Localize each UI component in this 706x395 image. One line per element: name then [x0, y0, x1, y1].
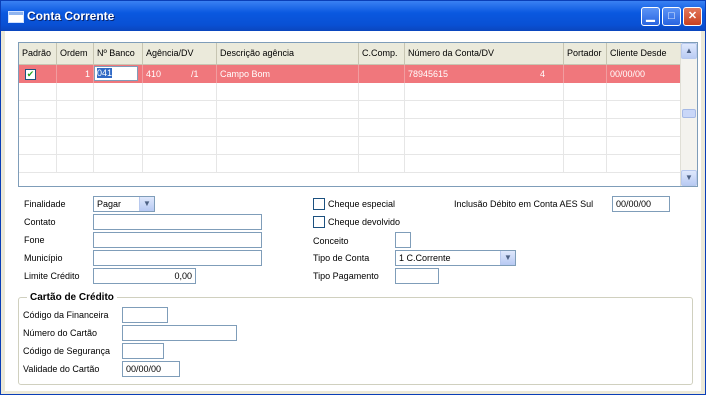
validade-label: Validade do Cartão [23, 364, 100, 374]
chevron-up-icon: ▲ [685, 46, 693, 55]
tipo-conta-select[interactable]: 1 C.Corrente ▼ [395, 250, 516, 266]
banco-edit-value: 041 [97, 68, 113, 78]
col-cliente-desde[interactable]: Cliente Desde [607, 43, 681, 64]
col-ordem[interactable]: Ordem [57, 43, 94, 64]
cell-banco[interactable]: 041 [94, 65, 143, 83]
col-banco[interactable]: Nº Banco [94, 43, 143, 64]
conceito-input[interactable] [395, 232, 411, 248]
codigo-financeira-input[interactable] [122, 307, 168, 323]
window-icon [8, 11, 24, 23]
validade-input[interactable]: 00/00/00 [122, 361, 180, 377]
tipo-conta-label: Tipo de Conta [313, 253, 370, 263]
cell-conta: 78945615 4 [405, 65, 564, 83]
cheque-especial-label: Cheque especial [328, 199, 396, 209]
table-row[interactable] [19, 155, 681, 173]
numero-cartao-input[interactable] [122, 325, 237, 341]
cell-padrao[interactable]: ✔ [19, 65, 57, 83]
padrao-checkbox[interactable]: ✔ [25, 69, 36, 81]
limite-input[interactable]: 0,00 [93, 268, 196, 284]
close-icon: ✕ [687, 10, 698, 22]
conta-value: 78945615 [408, 69, 449, 79]
inclusao-label: Inclusão Débito em Conta AES Sul [454, 199, 594, 209]
fone-input[interactable] [93, 232, 262, 248]
codigo-financeira-label: Código da Financeira [23, 310, 109, 320]
limite-label: Limite Crédito [24, 271, 80, 281]
cell-ccomp [359, 65, 405, 83]
window: Conta Corrente ▁ □ ✕ Padrão Ordem Nº Ban… [0, 0, 706, 395]
agencia-dv-value: /1 [191, 69, 199, 79]
chevron-down-icon[interactable]: ▼ [500, 251, 515, 265]
table-row[interactable] [19, 137, 681, 155]
numero-cartao-label: Número do Cartão [23, 328, 98, 338]
col-ccomp[interactable]: C.Comp. [359, 43, 405, 64]
cheque-devolvido-label: Cheque devolvido [328, 217, 401, 227]
table-row[interactable]: ✔ 1 041 410 /1 Campo Bom 78945615 4 00/0… [19, 65, 681, 83]
col-agencia[interactable]: Agência/DV [143, 43, 217, 64]
col-padrao[interactable]: Padrão [19, 43, 57, 64]
conta-dv-value: 4 [540, 69, 546, 79]
tipo-pagamento-label: Tipo Pagamento [313, 271, 379, 281]
banco-edit-field[interactable]: 041 [94, 66, 138, 81]
col-descricao[interactable]: Descrição agência [217, 43, 359, 64]
close-button[interactable]: ✕ [683, 7, 702, 26]
finalidade-label: Finalidade [24, 199, 66, 209]
conceito-label: Conceito [313, 236, 349, 246]
finalidade-value: Pagar [97, 199, 122, 209]
codigo-seguranca-input[interactable] [122, 343, 164, 359]
agencia-value: 410 [146, 69, 162, 79]
maximize-icon: □ [668, 10, 675, 22]
minimize-button[interactable]: ▁ [641, 7, 660, 26]
chevron-down-icon: ▼ [685, 173, 693, 182]
cell-cliente-desde: 00/00/00 [607, 65, 681, 83]
table-row[interactable] [19, 83, 681, 101]
table-row[interactable] [19, 101, 681, 119]
cell-descricao: Campo Bom [217, 65, 359, 83]
contato-input[interactable] [93, 214, 262, 230]
minimize-icon: ▁ [646, 10, 655, 22]
accounts-grid[interactable]: Padrão Ordem Nº Banco Agência/DV Descriç… [18, 42, 698, 187]
col-conta[interactable]: Número da Conta/DV [405, 43, 564, 64]
grid-vertical-scrollbar[interactable]: ▲ ▼ [680, 43, 697, 186]
maximize-button[interactable]: □ [662, 7, 681, 26]
inclusao-input[interactable]: 00/00/00 [612, 196, 670, 212]
cell-ordem: 1 [57, 65, 94, 83]
cheque-especial-checkbox[interactable] [313, 198, 325, 210]
title-bar[interactable]: Conta Corrente ▁ □ ✕ [1, 1, 705, 31]
fone-label: Fone [24, 235, 45, 245]
col-portador[interactable]: Portador [564, 43, 607, 64]
scroll-down-button[interactable]: ▼ [681, 170, 697, 186]
tipo-pagamento-input[interactable] [395, 268, 439, 284]
cell-portador [564, 65, 607, 83]
codigo-seguranca-label: Código de Segurança [23, 346, 111, 356]
contato-label: Contato [24, 217, 56, 227]
tipo-conta-value: 1 C.Corrente [399, 253, 451, 263]
table-row[interactable] [19, 119, 681, 137]
municipio-label: Município [24, 253, 63, 263]
municipio-input[interactable] [93, 250, 262, 266]
cheque-devolvido-checkbox[interactable] [313, 216, 325, 228]
cell-agencia: 410 /1 [143, 65, 217, 83]
scroll-up-button[interactable]: ▲ [681, 43, 697, 59]
scroll-thumb[interactable] [682, 109, 696, 118]
chevron-down-icon[interactable]: ▼ [139, 197, 154, 211]
finalidade-select[interactable]: Pagar ▼ [93, 196, 155, 212]
grid-header: Padrão Ordem Nº Banco Agência/DV Descriç… [19, 43, 681, 65]
cartao-group-title: Cartão de Crédito [27, 292, 117, 303]
window-title: Conta Corrente [27, 9, 115, 23]
cartao-group [18, 297, 693, 385]
content-panel: Padrão Ordem Nº Banco Agência/DV Descriç… [5, 31, 701, 391]
